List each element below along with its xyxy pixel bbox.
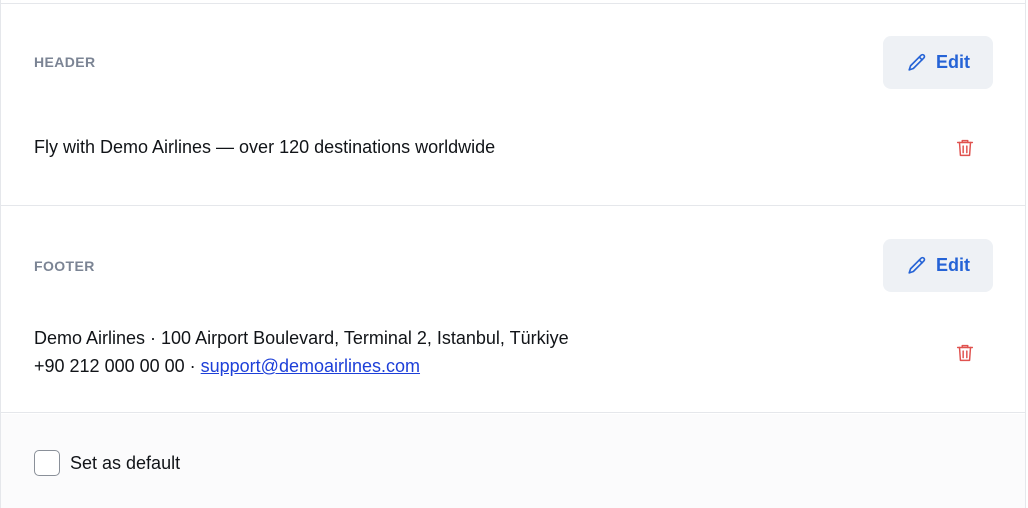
pencil-icon <box>906 52 928 74</box>
pencil-icon <box>906 255 928 277</box>
header-edit-label: Edit <box>936 52 970 72</box>
header-delete-button[interactable] <box>953 136 977 160</box>
footer-text: Demo Airlines · 100 Airport Boulevard, T… <box>34 324 569 380</box>
header-section: HEADER Edit Fly with Demo Airlines — ove… <box>1 4 1025 206</box>
trash-icon <box>954 342 976 364</box>
set-default-checkbox[interactable] <box>34 450 60 476</box>
header-edit-button[interactable]: Edit <box>883 36 993 89</box>
footer-section: FOOTER Edit Demo Airlines · 100 Airport … <box>1 207 1025 413</box>
footer-address-line: Demo Airlines · 100 Airport Boulevard, T… <box>34 328 569 348</box>
footer-edit-label: Edit <box>936 255 970 275</box>
default-section: Set as default <box>1 414 1025 508</box>
header-section-label: HEADER <box>34 54 96 70</box>
set-default-label: Set as default <box>70 452 181 473</box>
footer-contact-line: +90 212 000 00 00 · support@demoairlines… <box>34 352 569 380</box>
set-default-row[interactable]: Set as default <box>34 450 180 476</box>
footer-phone: +90 212 000 00 00 · <box>34 356 201 376</box>
trash-icon <box>954 137 976 159</box>
footer-email-link[interactable]: support@demoairlines.com <box>201 356 420 376</box>
header-text: Fly with Demo Airlines — over 120 destin… <box>34 137 496 157</box>
footer-delete-button[interactable] <box>953 341 977 365</box>
footer-section-label: FOOTER <box>34 258 95 274</box>
footer-edit-button[interactable]: Edit <box>883 239 993 292</box>
template-editor-panel: HEADER Edit Fly with Demo Airlines — ove… <box>0 0 1026 508</box>
